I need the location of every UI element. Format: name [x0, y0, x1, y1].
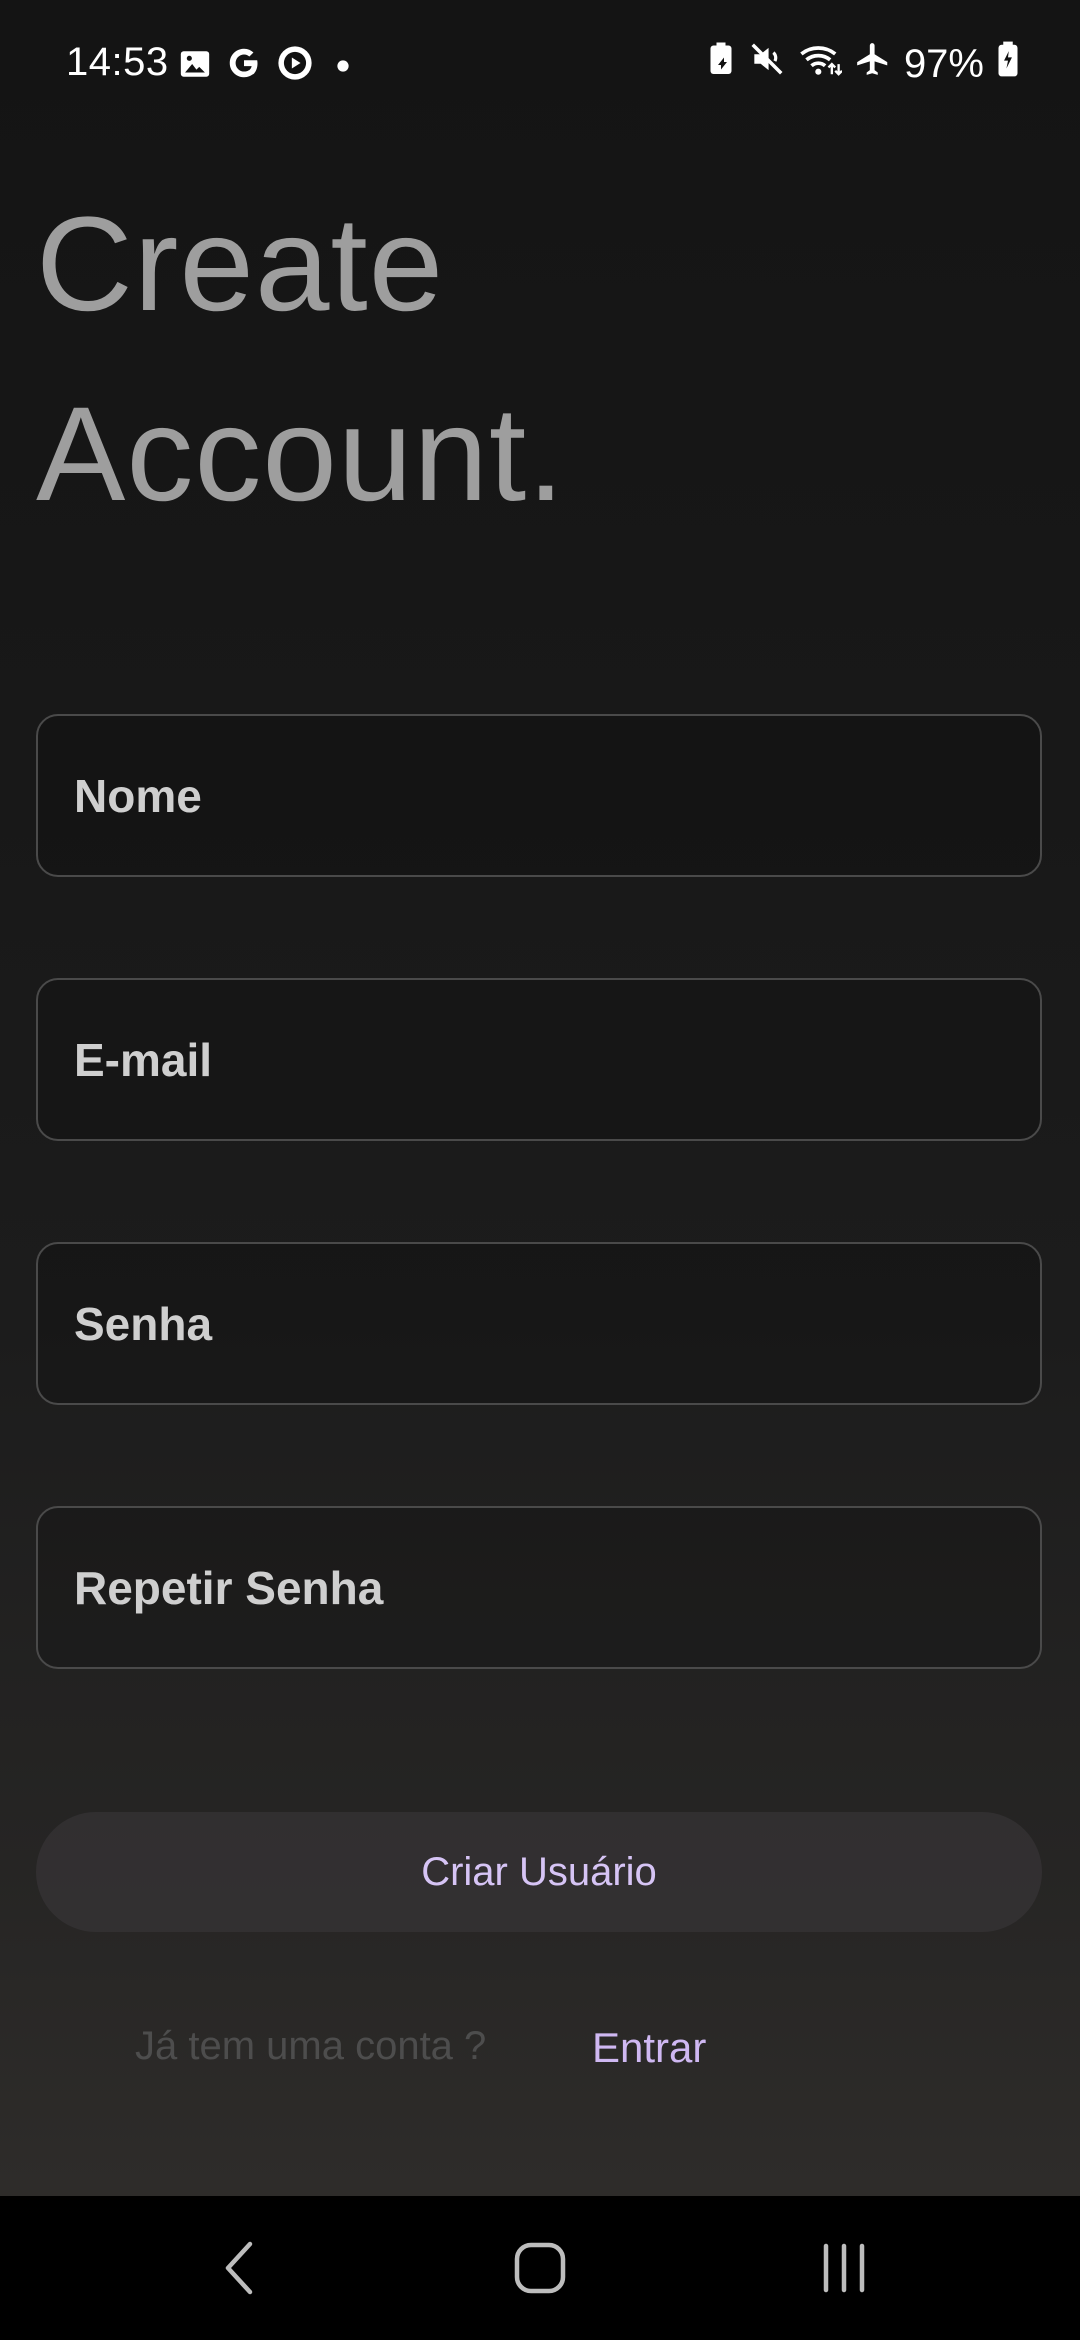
- repeat-password-field[interactable]: Repetir Senha: [36, 1506, 1042, 1669]
- create-user-button[interactable]: Criar Usuário: [36, 1812, 1042, 1932]
- wifi-icon: [798, 40, 843, 88]
- email-field[interactable]: E-mail: [36, 978, 1042, 1141]
- status-icons-left: [178, 44, 358, 92]
- battery-saver-icon: [706, 41, 736, 87]
- recents-icon: [823, 2243, 865, 2293]
- status-icons-right: 97%: [706, 40, 1020, 88]
- image-icon: [178, 46, 212, 91]
- title-line-1: Create: [36, 190, 445, 339]
- navigation-bar: [0, 2196, 1080, 2340]
- play-icon: [276, 44, 314, 92]
- airplane-icon: [854, 40, 892, 88]
- page-title: Create Account.: [36, 170, 565, 550]
- name-field[interactable]: Nome: [36, 714, 1042, 877]
- repeat-password-field-placeholder: Repetir Senha: [74, 1561, 384, 1614]
- login-link[interactable]: Entrar: [592, 2024, 706, 2072]
- home-icon: [514, 2242, 566, 2294]
- password-field-placeholder: Senha: [74, 1297, 213, 1350]
- back-button[interactable]: [200, 2232, 280, 2304]
- google-icon: [226, 45, 262, 91]
- status-time: 14:53: [66, 40, 169, 84]
- password-field[interactable]: Senha: [36, 1242, 1042, 1405]
- battery-icon: [996, 40, 1020, 88]
- home-button[interactable]: [500, 2232, 580, 2304]
- login-question: Já tem uma conta ?: [135, 2024, 487, 2068]
- screen: 14:53 97% Create Account. Nome E-mail Se…: [0, 0, 1080, 2196]
- email-field-placeholder: E-mail: [74, 1033, 213, 1086]
- back-icon: [225, 2241, 253, 2295]
- mute-icon: [748, 40, 786, 88]
- recents-button[interactable]: [804, 2232, 884, 2304]
- login-prompt: Já tem uma conta ? Entrar: [0, 2024, 1080, 2080]
- battery-percentage: 97%: [903, 41, 984, 86]
- title-line-2: Account.: [36, 380, 566, 529]
- dot-icon: [328, 46, 358, 91]
- name-field-placeholder: Nome: [74, 769, 202, 822]
- status-bar: 14:53 97%: [0, 0, 1080, 125]
